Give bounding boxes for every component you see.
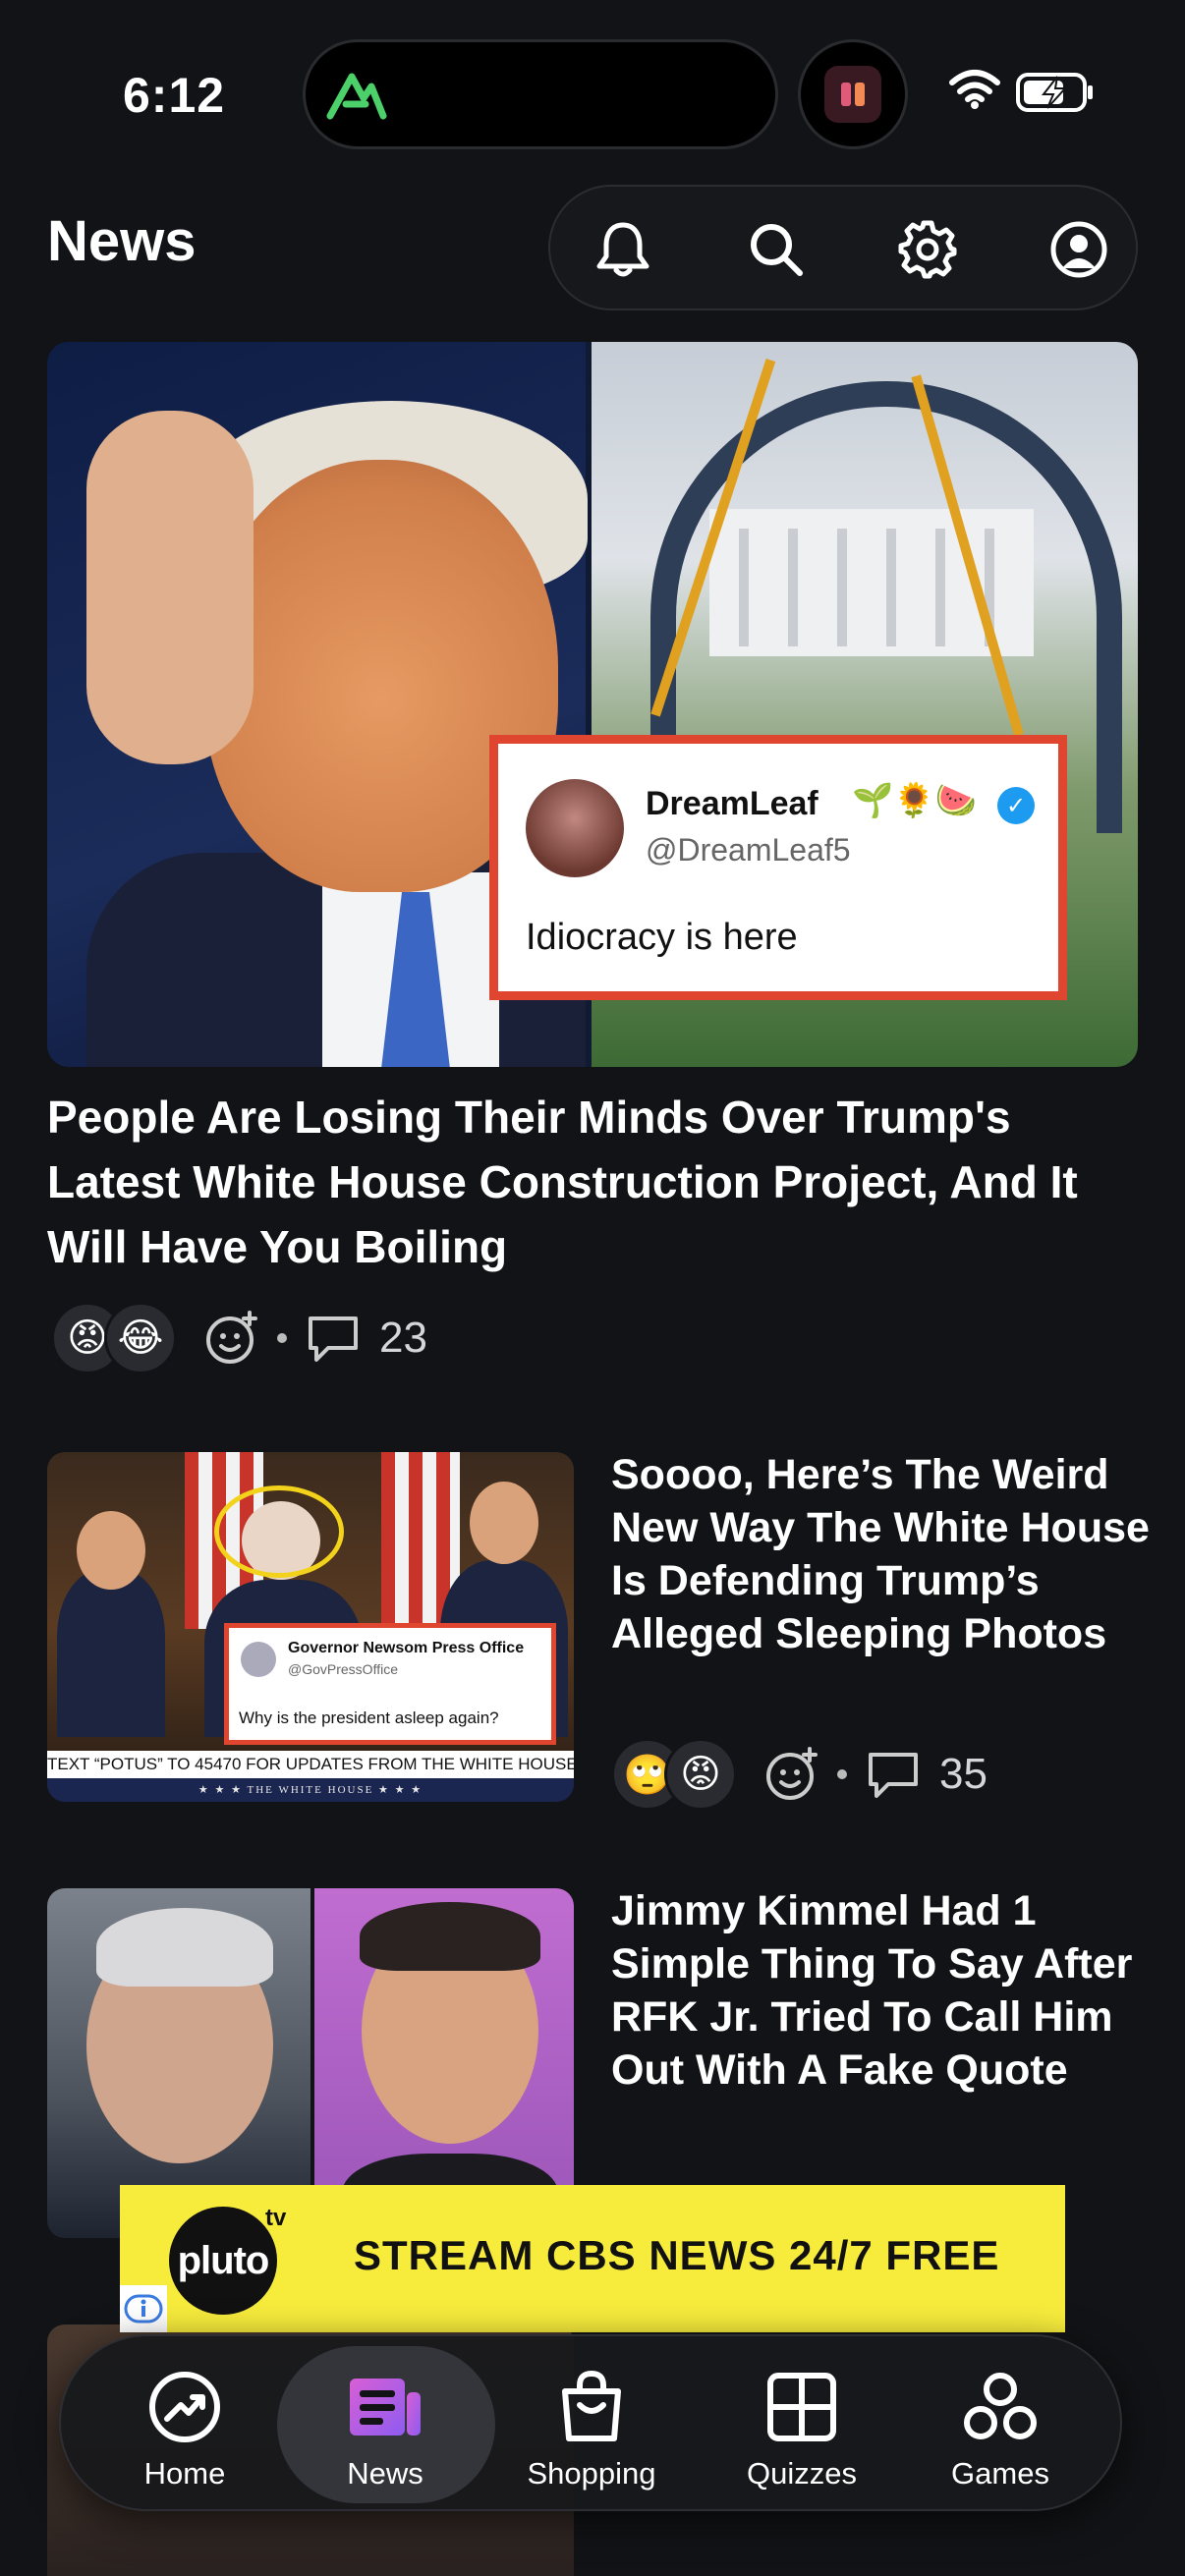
hero-article-headline[interactable]: People Are Losing Their Minds Over Trump… (47, 1085, 1148, 1279)
app-activity-icon (326, 73, 387, 120)
search-icon (751, 224, 803, 276)
settings-button[interactable] (890, 212, 965, 287)
quizzes-grid-icon (767, 2373, 836, 2441)
add-reaction-icon[interactable] (204, 1311, 259, 1366)
profile-button[interactable] (1042, 212, 1116, 287)
nav-home[interactable]: Home (79, 2336, 291, 2513)
embedded-post-author: Governor Newsom Press Office (288, 1640, 525, 1656)
ad-brand-suffix: tv (265, 2205, 287, 2231)
games-icon (964, 2373, 1037, 2439)
add-reaction-icon[interactable] (764, 1747, 819, 1802)
comment-count[interactable]: 35 (939, 1750, 988, 1799)
reaction-emoji[interactable]: 😂 (104, 1302, 177, 1374)
tweet-text: Idiocracy is here (526, 917, 798, 958)
comment-icon[interactable] (865, 1749, 922, 1800)
shopping-bag-icon (562, 2370, 621, 2441)
news-ticker-subtitle: ★ ★ ★ THE WHITE HOUSE ★ ★ ★ (47, 1778, 574, 1802)
article-title[interactable]: Jimmy Kimmel Had 1 Simple Thing To Say A… (611, 1884, 1161, 2097)
highlight-circle (214, 1485, 344, 1578)
nav-news[interactable]: News (279, 2336, 491, 2513)
embedded-tweet-card: DreamLeaf 🌱🌻🍉 ✓ @DreamLeaf5 Idiocracy is… (489, 735, 1067, 1000)
tweet-author-name: DreamLeaf (646, 785, 818, 822)
separator-dot (277, 1333, 287, 1343)
nav-label: News (347, 2456, 423, 2491)
battery-charging-icon (1016, 73, 1093, 112)
article-thumbnail[interactable]: Governor Newsom Press Office @GovPressOf… (47, 1452, 574, 1802)
nav-label: Quizzes (747, 2456, 857, 2491)
wifi-icon (949, 70, 1000, 109)
app-header: News (0, 185, 1185, 312)
status-bar: 6:12 (0, 0, 1185, 187)
header-actions (548, 185, 1138, 310)
article-title[interactable]: Soooo, Here’s The Weird New Way The Whit… (611, 1448, 1161, 1660)
nav-label: Home (143, 2456, 226, 2491)
embedded-post-handle: @GovPressOffice (288, 1661, 398, 1677)
comment-icon[interactable] (305, 1313, 362, 1364)
news-ticker: TEXT “POTUS” TO 45470 FOR UPDATES FROM T… (47, 1751, 574, 1778)
trending-icon (149, 2372, 220, 2442)
status-time: 6:12 (123, 68, 226, 123)
live-activity-app-icon (824, 66, 881, 123)
nav-shopping[interactable]: Shopping (485, 2336, 698, 2513)
embedded-post-card: Governor Newsom Press Office @GovPressOf… (224, 1623, 556, 1745)
ad-text: STREAM CBS NEWS 24/7 FREE (354, 2232, 1000, 2278)
user-profile-icon (1050, 221, 1107, 278)
ad-banner[interactable]: pluto tv STREAM CBS NEWS 24/7 FREE (120, 2185, 1065, 2332)
comment-count[interactable]: 23 (379, 1314, 427, 1363)
hero-reactions-bar: 😡 😂 23 (51, 1299, 427, 1377)
search-button[interactable] (739, 212, 814, 287)
nav-games[interactable]: Games (894, 2336, 1106, 2513)
ad-brand-logo: pluto (169, 2207, 277, 2315)
news-icon (350, 2379, 421, 2436)
nav-label: Shopping (527, 2456, 656, 2491)
nav-quizzes[interactable]: Quizzes (696, 2336, 908, 2513)
bottom-navigation: Home News Shopping Quizzes Games (59, 2334, 1122, 2511)
live-activity-indicator (798, 39, 908, 149)
tweet-author-handle: @DreamLeaf5 (646, 832, 851, 868)
embedded-post-text: Why is the president asleep again? (239, 1708, 499, 1727)
gear-icon (898, 220, 957, 279)
nav-label: Games (951, 2456, 1049, 2491)
notifications-button[interactable] (586, 212, 660, 287)
verified-badge-icon: ✓ (997, 787, 1035, 824)
ad-info-icon[interactable] (120, 2285, 167, 2332)
reaction-emoji[interactable]: 😡 (664, 1738, 737, 1811)
bell-icon (596, 222, 649, 277)
tweet-avatar (526, 779, 624, 877)
separator-dot (837, 1769, 847, 1779)
page-title: News (47, 209, 197, 273)
article-reactions-bar: 🙄 😡 35 (611, 1735, 988, 1814)
tweet-author-emoji: 🌱🌻🍉 (852, 781, 978, 820)
